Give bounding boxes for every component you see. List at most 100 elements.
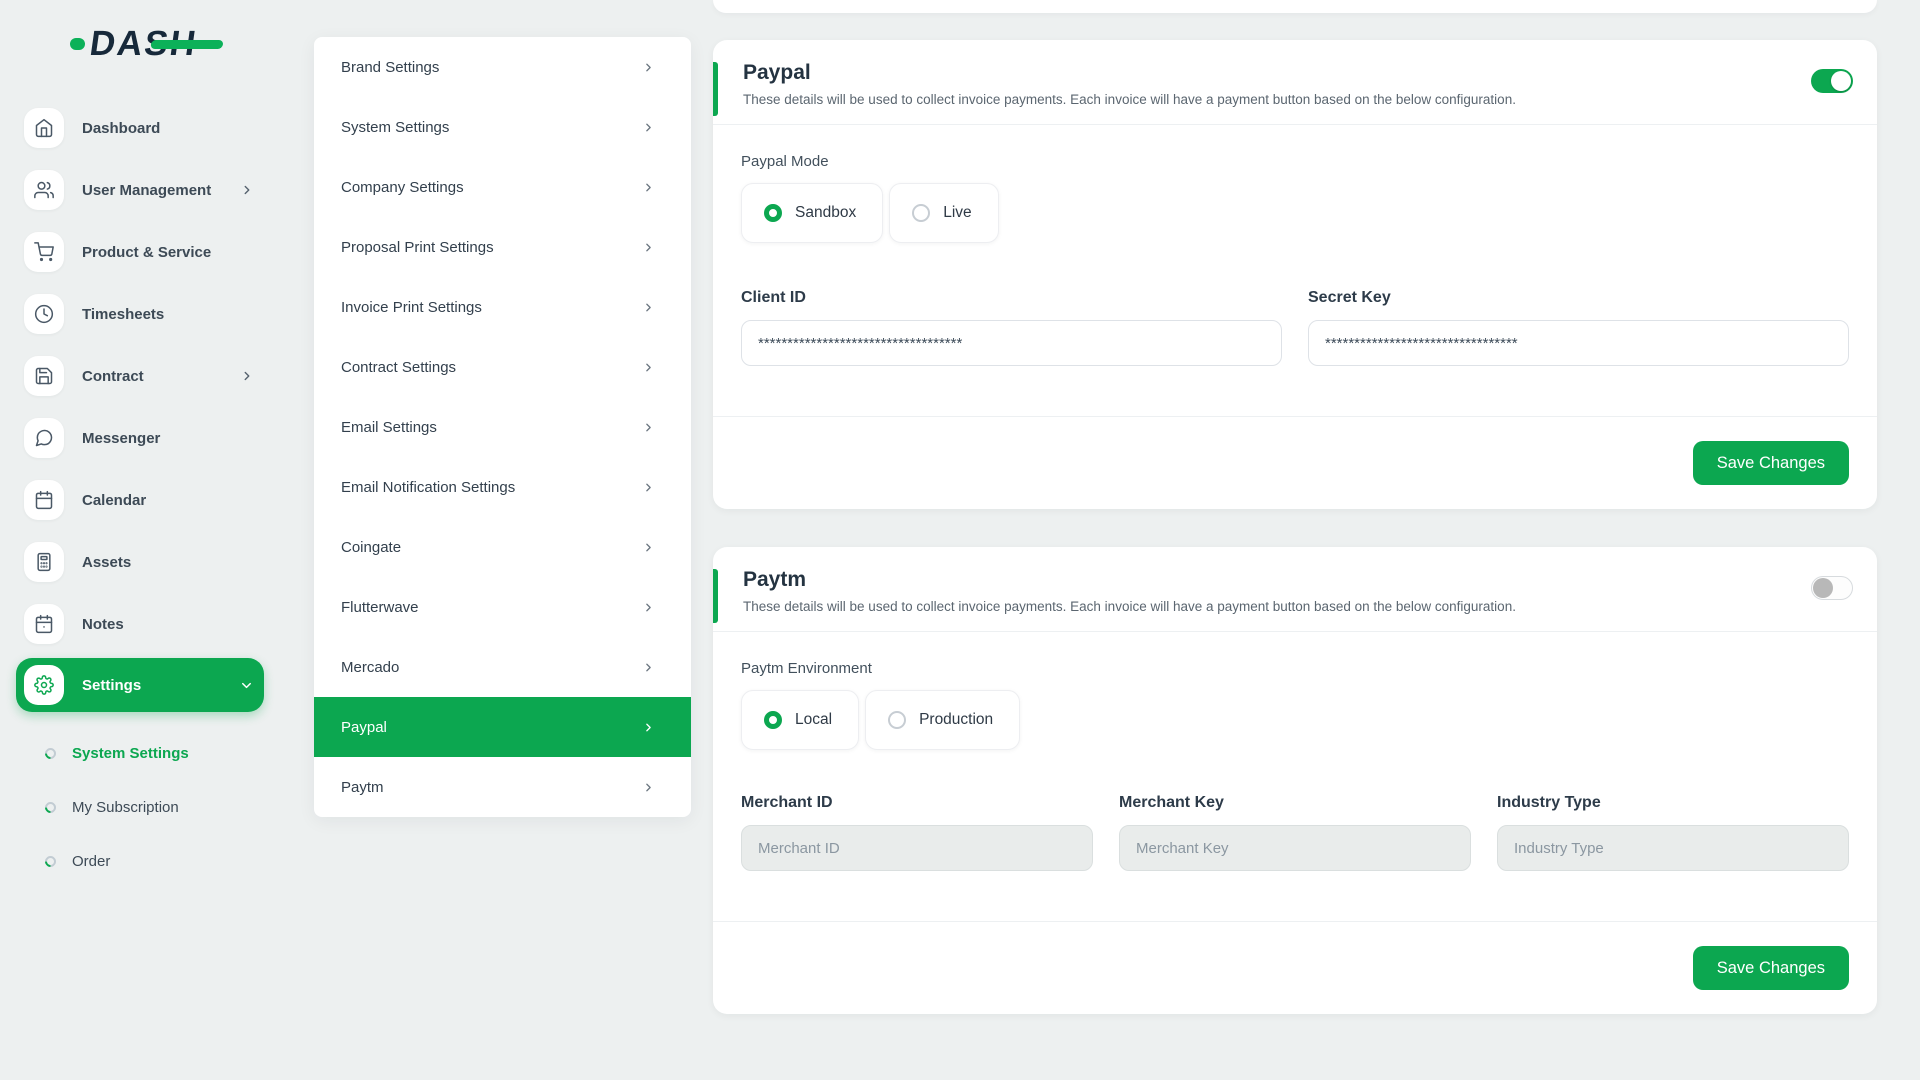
sidebar-item-calendar[interactable]: Calendar: [16, 472, 264, 528]
sidebar-item-contract[interactable]: Contract: [16, 348, 264, 404]
secret-key-input[interactable]: [1308, 320, 1849, 366]
toggle-knob: [1831, 71, 1851, 91]
sidebar-item-label: Contract: [82, 368, 144, 385]
chevron-right-icon: [642, 121, 655, 134]
main-content: Paypal These details will be used to col…: [713, 0, 1877, 1014]
radio-option-label: Live: [943, 204, 971, 222]
paypal-save-button[interactable]: Save Changes: [1693, 441, 1849, 485]
sidebar-item-user-management[interactable]: User Management: [16, 162, 264, 218]
radio-option-label: Sandbox: [795, 204, 856, 222]
paytm-enabled-toggle[interactable]: [1811, 576, 1853, 600]
settings-menu-item-paytm[interactable]: Paytm: [314, 757, 691, 817]
settings-menu-item-mercado[interactable]: Mercado: [314, 637, 691, 697]
settings-menu-item-company-settings[interactable]: Company Settings: [314, 157, 691, 217]
settings-menu-item-label: Mercado: [341, 659, 399, 676]
submenu-item-order[interactable]: Order: [16, 834, 264, 888]
paypal-fields: Client ID Secret Key: [741, 289, 1849, 366]
industry-type-field-group: Industry Type: [1497, 794, 1849, 871]
chevron-right-icon: [642, 601, 655, 614]
settings-menu-item-brand-settings[interactable]: Brand Settings: [314, 37, 691, 97]
paytm-env-production-option[interactable]: Production: [865, 690, 1020, 750]
submenu-item-my-subscription[interactable]: My Subscription: [16, 780, 264, 834]
sidebar-item-label: Dashboard: [82, 120, 160, 137]
settings-menu-item-label: Email Settings: [341, 419, 437, 436]
settings-menu-item-proposal-print-settings[interactable]: Proposal Print Settings: [314, 217, 691, 277]
submenu-item-label: Order: [72, 853, 110, 870]
industry-type-label: Industry Type: [1497, 794, 1849, 812]
settings-menu-item-label: Email Notification Settings: [341, 479, 515, 496]
settings-menu-item-label: Contract Settings: [341, 359, 456, 376]
paypal-enabled-toggle[interactable]: [1811, 69, 1853, 93]
settings-menu-panel: Brand Settings System Settings Company S…: [314, 37, 691, 817]
chevron-right-icon: [642, 661, 655, 674]
paypal-title: Paypal: [743, 61, 1516, 85]
cart-icon: [24, 232, 64, 272]
sidebar-item-product-service[interactable]: Product & Service: [16, 224, 264, 280]
logo-bar: [150, 40, 223, 49]
paytm-card-footer: Save Changes: [713, 921, 1877, 1014]
settings-menu-item-label: Coingate: [341, 539, 401, 556]
settings-menu-item-label: Brand Settings: [341, 59, 439, 76]
calendar-icon: [24, 480, 64, 520]
app-logo: DASH: [70, 24, 197, 64]
paypal-mode-sandbox-option[interactable]: Sandbox: [741, 183, 883, 243]
sidebar-item-notes[interactable]: Notes: [16, 596, 264, 652]
secret-key-field-group: Secret Key: [1308, 289, 1849, 366]
settings-menu-item-label: Company Settings: [341, 179, 464, 196]
home-icon: [24, 108, 64, 148]
paytm-environment-label: Paytm Environment: [741, 660, 1849, 677]
previous-card-edge: [713, 0, 1877, 13]
client-id-field-group: Client ID: [741, 289, 1282, 366]
sidebar-item-messenger[interactable]: Messenger: [16, 410, 264, 466]
paypal-card-header: Paypal These details will be used to col…: [713, 40, 1877, 125]
radio-option-label: Production: [919, 711, 993, 729]
settings-menu-item-email-settings[interactable]: Email Settings: [314, 397, 691, 457]
chevron-right-icon: [240, 183, 254, 197]
industry-type-input[interactable]: [1497, 825, 1849, 871]
settings-menu-item-label: Paypal: [341, 719, 387, 736]
bullet-icon: [43, 853, 59, 869]
paytm-title: Paytm: [743, 568, 1516, 592]
submenu-item-label: System Settings: [72, 745, 189, 762]
paytm-description: These details will be used to collect in…: [743, 599, 1516, 614]
merchant-id-label: Merchant ID: [741, 794, 1093, 812]
logo-dot: [70, 38, 85, 50]
settings-menu-item-email-notification-settings[interactable]: Email Notification Settings: [314, 457, 691, 517]
merchant-id-input[interactable]: [741, 825, 1093, 871]
submenu-item-system-settings[interactable]: System Settings: [16, 726, 264, 780]
settings-menu-item-invoice-print-settings[interactable]: Invoice Print Settings: [314, 277, 691, 337]
sidebar-item-settings[interactable]: Settings: [16, 658, 264, 712]
radio-unselected-icon: [888, 711, 906, 729]
calculator-icon: [24, 542, 64, 582]
sidebar-item-assets[interactable]: Assets: [16, 534, 264, 590]
chevron-right-icon: [642, 181, 655, 194]
contract-icon: [24, 356, 64, 396]
settings-menu-item-flutterwave[interactable]: Flutterwave: [314, 577, 691, 637]
settings-menu-item-system-settings[interactable]: System Settings: [314, 97, 691, 157]
messenger-icon: [24, 418, 64, 458]
paypal-mode-live-option[interactable]: Live: [889, 183, 998, 243]
accent-bar: [713, 62, 718, 116]
paytm-env-local-option[interactable]: Local: [741, 690, 859, 750]
chevron-right-icon: [240, 369, 254, 383]
notes-icon: [24, 604, 64, 644]
sidebar: DASH Dashboard User Management Product &…: [0, 0, 290, 1080]
merchant-key-input[interactable]: [1119, 825, 1471, 871]
paytm-fields: Merchant ID Merchant Key Industry Type: [741, 794, 1849, 871]
settings-menu-item-contract-settings[interactable]: Contract Settings: [314, 337, 691, 397]
sidebar-item-dashboard[interactable]: Dashboard: [16, 100, 264, 156]
chevron-right-icon: [642, 361, 655, 374]
chevron-right-icon: [642, 301, 655, 314]
sidebar-item-timesheets[interactable]: Timesheets: [16, 286, 264, 342]
paytm-card: Paytm These details will be used to coll…: [713, 547, 1877, 1014]
paypal-card-footer: Save Changes: [713, 416, 1877, 509]
sidebar-item-label: Assets: [82, 554, 131, 571]
paytm-save-button[interactable]: Save Changes: [1693, 946, 1849, 990]
primary-nav: Dashboard User Management Product & Serv…: [16, 100, 264, 712]
paytm-card-header: Paytm These details will be used to coll…: [713, 547, 1877, 632]
submenu-item-label: My Subscription: [72, 799, 179, 816]
settings-menu-item-paypal[interactable]: Paypal: [314, 697, 691, 757]
settings-menu-item-coingate[interactable]: Coingate: [314, 517, 691, 577]
client-id-input[interactable]: [741, 320, 1282, 366]
logo-text: DASH: [87, 24, 200, 64]
